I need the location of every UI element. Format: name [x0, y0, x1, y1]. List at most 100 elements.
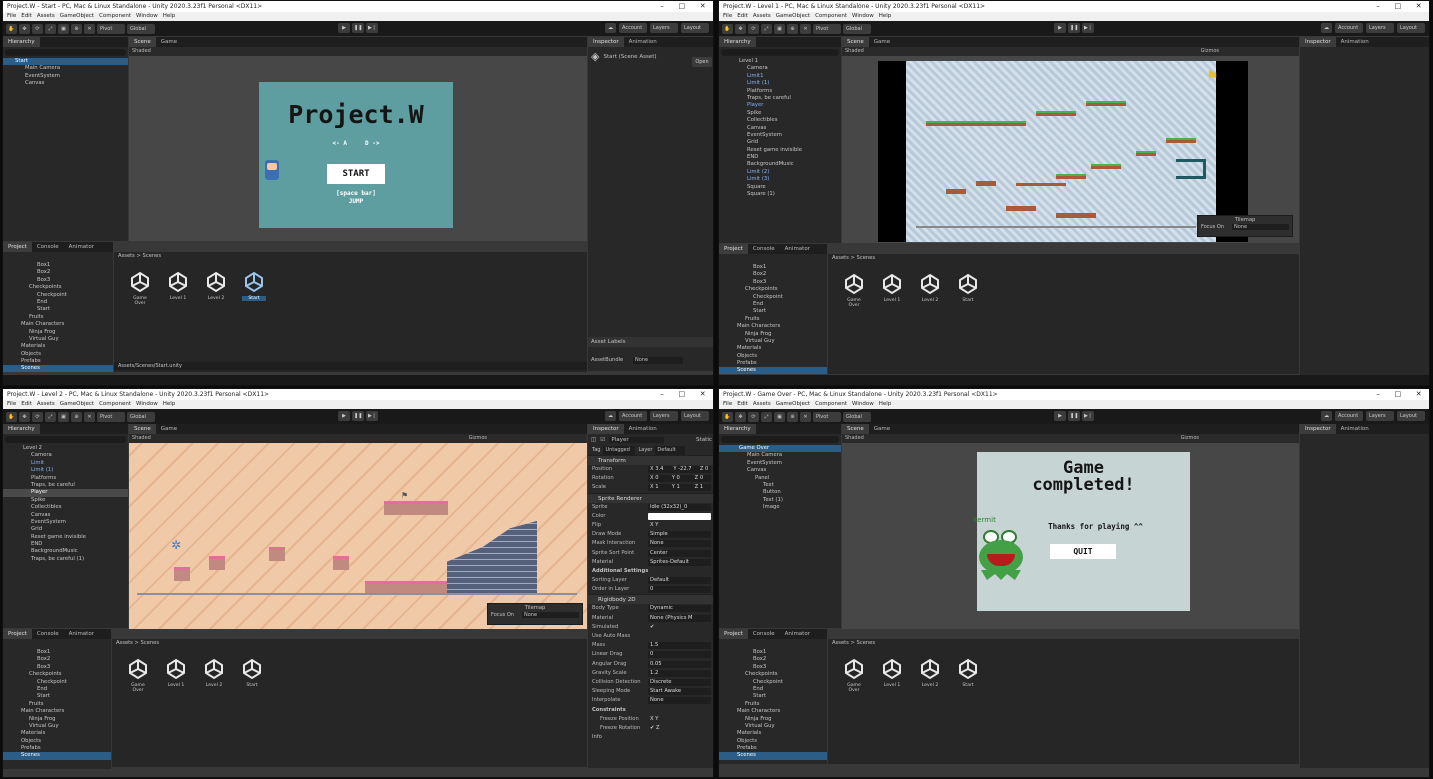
hierarchy-item[interactable]: Spike	[719, 110, 841, 117]
folder-item[interactable]: Fruits	[719, 701, 827, 708]
folder-item[interactable]: Materials	[3, 730, 111, 737]
tab-animator[interactable]: Animator	[780, 629, 815, 639]
hierarchy-item[interactable]: Grid	[719, 139, 841, 146]
folder-item[interactable]: Objects	[719, 738, 827, 745]
menu-component[interactable]: Component	[815, 12, 847, 21]
scene-asset[interactable]: Game Over	[126, 658, 150, 693]
move-tool-icon[interactable]: ✥	[19, 411, 30, 422]
menu-window[interactable]: Window	[136, 400, 158, 409]
scale-tool-icon[interactable]: ⤢	[761, 23, 772, 34]
breadcrumb-scenes[interactable]: Scenes	[141, 640, 160, 646]
tab-hierarchy[interactable]: Hierarchy	[3, 37, 40, 47]
hierarchy-item[interactable]: Reset game invisible	[719, 147, 841, 154]
folder-item[interactable]: Checkpoints	[3, 284, 113, 291]
account-dropdown[interactable]: Account	[1335, 23, 1363, 33]
move-tool-icon[interactable]: ✥	[735, 411, 746, 422]
tab-scene[interactable]: Scene	[842, 424, 869, 434]
scene-asset[interactable]: Level 1	[164, 658, 188, 693]
layout-dropdown[interactable]: Layout	[1397, 23, 1425, 33]
open-button[interactable]: Open	[692, 57, 712, 67]
collab-icon[interactable]: ☁	[605, 411, 616, 421]
hierarchy-item[interactable]: END	[719, 154, 841, 161]
color-swatch[interactable]	[648, 512, 711, 520]
property-value[interactable]	[648, 633, 711, 640]
menu-edit[interactable]: Edit	[21, 12, 32, 21]
menu-file[interactable]: File	[7, 400, 16, 409]
folder-item[interactable]: Objects	[3, 738, 111, 745]
hierarchy-item[interactable]: Camera	[719, 65, 841, 72]
folder-item[interactable]: Fruits	[719, 316, 827, 323]
folder-item[interactable]: Checkpoints	[719, 671, 827, 678]
hierarchy-item[interactable]: EventSystem	[3, 73, 128, 80]
global-toggle[interactable]: Global	[843, 23, 871, 34]
pause-button[interactable]: ❚❚	[352, 411, 364, 421]
breadcrumb-assets[interactable]: Assets	[832, 255, 849, 261]
folder-item[interactable]: Prefabs	[719, 745, 827, 752]
layout-dropdown[interactable]: Layout	[681, 411, 709, 421]
scale-tool-icon[interactable]: ⤢	[761, 411, 772, 422]
layers-dropdown[interactable]: Layers	[1366, 411, 1394, 421]
property-value[interactable]: None	[648, 540, 711, 548]
tab-animation[interactable]: Animation	[624, 424, 662, 434]
property-value[interactable]: Default	[648, 577, 711, 585]
scale-tool-icon[interactable]: ⤢	[45, 23, 56, 34]
hierarchy-item[interactable]: Limit	[3, 460, 128, 467]
shading-mode-dropdown[interactable]: Shaded	[132, 434, 151, 443]
folder-item[interactable]: Virtual Guy	[719, 723, 827, 730]
folder-item[interactable]: Box1	[3, 649, 111, 656]
tab-project[interactable]: Project	[3, 242, 32, 252]
hierarchy-item[interactable]: Text (1)	[719, 497, 841, 504]
menu-edit[interactable]: Edit	[737, 400, 748, 409]
tab-console[interactable]: Console	[32, 629, 64, 639]
collab-icon[interactable]: ☁	[605, 23, 616, 33]
menu-file[interactable]: File	[723, 12, 732, 21]
property-value[interactable]: 0	[648, 586, 711, 594]
folder-item[interactable]: End	[3, 299, 113, 306]
folder-item[interactable]: Prefabs	[719, 360, 827, 367]
folder-item[interactable]: Main Characters	[3, 321, 113, 328]
layout-dropdown[interactable]: Layout	[1397, 411, 1425, 421]
active-checkbox[interactable]: ☑	[600, 437, 605, 443]
folder-item[interactable]: Checkpoint	[719, 294, 827, 301]
asset-bundle-dropdown[interactable]: None	[633, 357, 683, 364]
hierarchy-item[interactable]: EventSystem	[3, 519, 128, 526]
transform-tool-icon[interactable]: ⊕	[71, 411, 82, 422]
property-value[interactable]: ✔	[648, 624, 711, 631]
property-value[interactable]: Discrete	[648, 678, 711, 686]
hierarchy-item[interactable]: Reset game invisible	[3, 534, 128, 541]
property-value[interactable]: 0.05	[648, 660, 711, 668]
hierarchy-item[interactable]: BackgroundMusic	[719, 161, 841, 168]
hierarchy-item[interactable]: Traps, be careful	[3, 482, 128, 489]
object-name-field[interactable]: Player	[609, 437, 665, 443]
hierarchy-item[interactable]: Traps, be careful (1)	[3, 556, 128, 563]
folder-item-selected[interactable]: Scenes	[3, 365, 113, 372]
folder-item[interactable]: Objects	[3, 351, 113, 358]
rect-tool-icon[interactable]: ▣	[58, 23, 69, 34]
hierarchy-item[interactable]: Spike	[3, 497, 128, 504]
shading-mode-dropdown[interactable]: Shaded	[845, 47, 864, 56]
folder-item[interactable]: Start	[3, 693, 111, 700]
tab-scene[interactable]: Scene	[842, 37, 869, 47]
folder-item[interactable]: Prefabs	[3, 358, 113, 365]
hand-tool-icon[interactable]: ✋	[722, 411, 733, 422]
rotate-tool-icon[interactable]: ⟳	[748, 23, 759, 34]
hierarchy-item[interactable]: Main Camera	[3, 65, 128, 72]
global-toggle[interactable]: Global	[843, 411, 871, 422]
rotate-tool-icon[interactable]: ⟳	[32, 23, 43, 34]
folder-item[interactable]: Fruits	[3, 314, 113, 321]
scene-asset[interactable]: Level 1	[880, 273, 904, 308]
menu-assets[interactable]: Assets	[753, 400, 771, 409]
scene-asset[interactable]: Level 2	[918, 273, 942, 308]
account-dropdown[interactable]: Account	[1335, 411, 1363, 421]
pause-button[interactable]: ❚❚	[1068, 411, 1080, 421]
folder-item[interactable]: Box3	[719, 279, 827, 286]
tab-inspector[interactable]: Inspector	[1300, 424, 1336, 434]
property-value[interactable]: Idle (32x32)_0	[648, 503, 711, 511]
menu-assets[interactable]: Assets	[753, 12, 771, 21]
property-value[interactable]: 0	[648, 651, 711, 659]
tab-hierarchy[interactable]: Hierarchy	[3, 424, 40, 434]
collab-icon[interactable]: ☁	[1321, 23, 1332, 33]
folder-item[interactable]: Box1	[719, 649, 827, 656]
position-field[interactable]: X 3.4 Y -22.7 Z 0	[648, 466, 711, 473]
breadcrumb-assets[interactable]: Assets	[832, 640, 849, 646]
